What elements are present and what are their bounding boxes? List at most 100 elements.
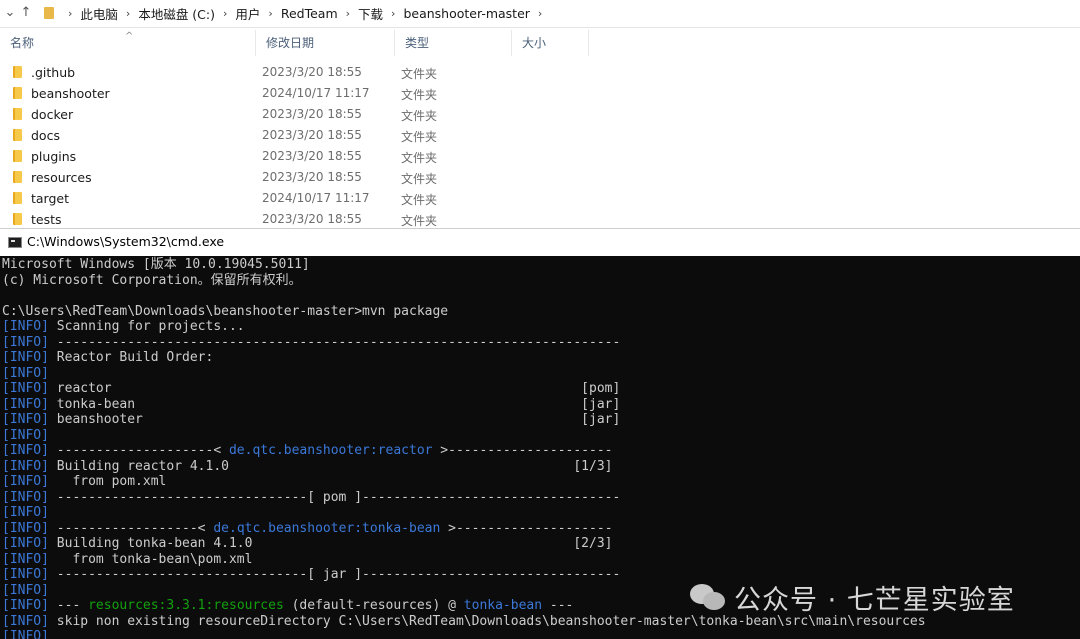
file-modified-date: 2023/3/20 18:55	[262, 65, 362, 79]
console-text: de.qtc.beanshooter:tonka-bean	[213, 520, 441, 536]
console-line: [INFO]	[2, 366, 49, 382]
file-modified-date: 2024/10/17 11:17	[262, 86, 370, 100]
log-level-tag: [INFO]	[2, 365, 49, 381]
console-text: from tonka-bean\pom.xml	[48, 551, 253, 567]
console-text: tonka-bean [jar]	[48, 396, 621, 412]
breadcrumb-item[interactable]: RedTeam	[281, 6, 338, 21]
breadcrumb-separator-icon[interactable]: ›	[346, 7, 350, 20]
file-modified-date: 2023/3/20 18:55	[262, 170, 362, 184]
file-name: tests	[31, 212, 62, 227]
file-type: 文件夹	[401, 67, 438, 81]
file-row[interactable]: docs 2023/3/20 18:55 文件夹	[0, 125, 1080, 146]
breadcrumb-item[interactable]: 用户	[235, 4, 260, 23]
file-row[interactable]: plugins 2023/3/20 18:55 文件夹	[0, 146, 1080, 167]
console-text: ----------------------------------------…	[48, 334, 621, 350]
column-header-size-label: 大小	[522, 36, 547, 50]
log-level-tag: [INFO]	[2, 551, 49, 567]
column-header-date[interactable]: 修改日期	[256, 30, 395, 56]
console-line: [INFO]	[2, 629, 49, 639]
file-modified-date: 2023/3/20 18:55	[262, 212, 362, 226]
breadcrumb-item[interactable]: beanshooter-master	[403, 6, 529, 21]
console-line: [INFO]	[2, 505, 49, 521]
folder-icon	[13, 171, 22, 183]
console-line: [INFO] Building reactor 4.1.0 [1/3]	[2, 459, 613, 475]
file-row[interactable]: beanshooter 2024/10/17 11:17 文件夹	[0, 83, 1080, 104]
log-level-tag: [INFO]	[2, 505, 49, 520]
console-text: --------------------------------[ jar ]-…	[48, 567, 621, 582]
file-name: docs	[31, 128, 60, 143]
file-row[interactable]: target 2024/10/17 11:17 文件夹	[0, 188, 1080, 209]
console-text: (default-resources) @	[283, 598, 464, 613]
cmd-title-bar[interactable]: C:\Windows\System32\cmd.exe	[0, 228, 1080, 256]
folder-icon	[13, 87, 22, 99]
folder-icon	[44, 7, 54, 19]
console-line: [INFO] --- resources:3.3.1:resources (de…	[2, 598, 573, 614]
log-level-tag: [INFO]	[2, 613, 49, 629]
folder-icon	[13, 213, 22, 225]
recent-locations-chevron-icon[interactable]: ⌄	[2, 4, 18, 22]
file-row[interactable]: tests 2023/3/20 18:55 文件夹	[0, 209, 1080, 228]
console-text: ---	[48, 598, 89, 613]
console-line: [INFO] --------------------------------[…	[2, 567, 620, 583]
log-level-tag: [INFO]	[2, 582, 49, 598]
file-type: 文件夹	[401, 88, 438, 102]
breadcrumb-item[interactable]: 本地磁盘 (C:)	[138, 4, 215, 23]
breadcrumb-item[interactable]: 下载	[358, 4, 383, 23]
file-row[interactable]: .github 2023/3/20 18:55 文件夹	[0, 62, 1080, 83]
column-header-row: 名称 ^ 修改日期 类型 大小	[0, 30, 1080, 56]
folder-icon	[13, 192, 22, 204]
column-header-type[interactable]: 类型	[395, 30, 512, 56]
breadcrumb-item[interactable]: 此电脑	[80, 4, 118, 23]
console-text: Reactor Build Order:	[48, 350, 214, 365]
console-text: de.qtc.beanshooter:reactor	[228, 443, 433, 458]
console-text: reactor [pom]	[48, 381, 621, 396]
column-header-size[interactable]: 大小	[512, 30, 589, 56]
console-line: [INFO] Building tonka-bean 4.1.0 [2/3]	[2, 536, 613, 552]
file-type: 文件夹	[401, 109, 438, 123]
breadcrumb-separator-icon[interactable]: ›	[391, 7, 395, 20]
sort-ascending-icon: ^	[125, 31, 134, 42]
console-line: [INFO] ------------------< de.qtc.beansh…	[2, 521, 613, 537]
log-level-tag: [INFO]	[2, 536, 49, 551]
console-text: Building tonka-bean 4.1.0 [2/3]	[48, 536, 613, 551]
file-name: plugins	[31, 149, 77, 164]
watermark: 公众号 · 七芒星实验室	[688, 577, 1015, 617]
console-line: [INFO] beanshooter [jar]	[2, 412, 620, 428]
log-level-tag: [INFO]	[2, 319, 49, 334]
address-box[interactable]: › 此电脑 › 本地磁盘 (C:) › 用户 › RedTeam › 下载 › beanshooter…	[38, 2, 1080, 24]
column-header-name[interactable]: 名称 ^	[0, 30, 256, 56]
folder-icon	[13, 129, 22, 141]
file-name: beanshooter	[31, 86, 110, 101]
file-explorer-window: ⌄ ↑ › 此电脑 › 本地磁盘 (C:) › 用户 › RedTeam › 下载 › beansho…	[0, 0, 1080, 228]
log-level-tag: [INFO]	[2, 474, 49, 489]
console-text: ---	[542, 598, 574, 613]
log-level-tag: [INFO]	[2, 443, 49, 458]
watermark-text: 公众号 · 七芒星实验室	[734, 584, 1015, 616]
cmd-window-title: C:\Windows\System32\cmd.exe	[27, 234, 225, 249]
file-name: docker	[31, 107, 74, 122]
up-arrow-icon[interactable]: ↑	[18, 4, 34, 22]
breadcrumb-separator-icon[interactable]: ›	[68, 7, 72, 20]
breadcrumb-separator-icon[interactable]: ›	[126, 7, 130, 20]
console-text: >---------------------	[432, 443, 613, 458]
console-line: Microsoft Windows [版本 10.0.19045.5011]	[2, 257, 310, 273]
console-line: [INFO] --------------------------------[…	[2, 490, 620, 506]
file-type: 文件夹	[401, 151, 438, 165]
file-row[interactable]: resources 2023/3/20 18:55 文件夹	[0, 167, 1080, 188]
folder-icon	[13, 150, 22, 162]
file-row[interactable]: docker 2023/3/20 18:55 文件夹	[0, 104, 1080, 125]
console-line: [INFO] tonka-bean [jar]	[2, 397, 620, 413]
file-name: resources	[31, 170, 92, 185]
breadcrumb-separator-icon[interactable]: ›	[268, 7, 272, 20]
log-level-tag: [INFO]	[2, 381, 49, 396]
log-level-tag: [INFO]	[2, 458, 49, 474]
folder-icon	[13, 108, 22, 120]
column-header-name-label: 名称	[10, 36, 35, 50]
breadcrumb-separator-icon[interactable]: ›	[223, 7, 227, 20]
console-line: (c) Microsoft Corporation。保留所有权利。	[2, 273, 302, 289]
console-text: beanshooter [jar]	[48, 412, 621, 427]
address-bar: ⌄ ↑ › 此电脑 › 本地磁盘 (C:) › 用户 › RedTeam › 下载 › beansho…	[0, 0, 1080, 28]
breadcrumb-separator-icon[interactable]: ›	[538, 7, 542, 20]
console-text: (c) Microsoft Corporation。保留所有权利。	[2, 272, 302, 288]
file-type: 文件夹	[401, 214, 438, 228]
